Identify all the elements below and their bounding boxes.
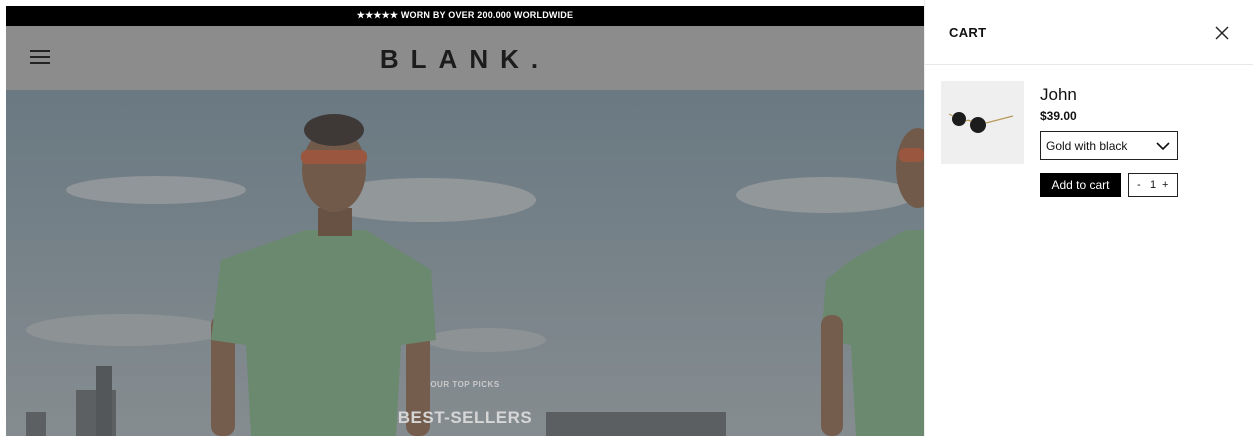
hero-title: BEST-SELLERS: [397, 408, 533, 427]
sunglasses-image: [948, 112, 1014, 133]
chevron-down-icon: [1156, 142, 1170, 151]
product-price: $39.00: [1040, 109, 1077, 123]
add-to-cart-button[interactable]: Add to cart: [1040, 173, 1121, 197]
site-logo[interactable]: BLANK.: [6, 44, 924, 75]
hero-eyebrow: OUR TOP PICKS: [430, 380, 500, 389]
site-header: BLANK.: [6, 26, 924, 90]
quantity-stepper: - 1 +: [1128, 173, 1178, 197]
variant-value: Gold with black: [1046, 139, 1128, 153]
cart-drawer: CART John $39.00 Gold with black Add to …: [924, 0, 1253, 436]
cart-title: CART: [949, 25, 987, 40]
quantity-increase-button[interactable]: +: [1162, 174, 1168, 196]
cart-header: CART: [925, 0, 1253, 65]
close-icon[interactable]: [1215, 26, 1229, 40]
product-name[interactable]: John: [1040, 85, 1077, 105]
quantity-value: 1: [1150, 179, 1157, 191]
product-thumbnail[interactable]: [941, 81, 1024, 164]
quantity-decrease-button[interactable]: -: [1137, 174, 1141, 196]
announcement-bar: ★★★★★ WORN BY OVER 200.000 WORLDWIDE: [6, 6, 924, 26]
hero-banner[interactable]: OUR TOP PICKS BEST-SELLERS: [6, 90, 924, 436]
store-page: ★★★★★ WORN BY OVER 200.000 WORLDWIDE BLA…: [6, 6, 924, 436]
variant-select[interactable]: Gold with black: [1040, 131, 1178, 160]
